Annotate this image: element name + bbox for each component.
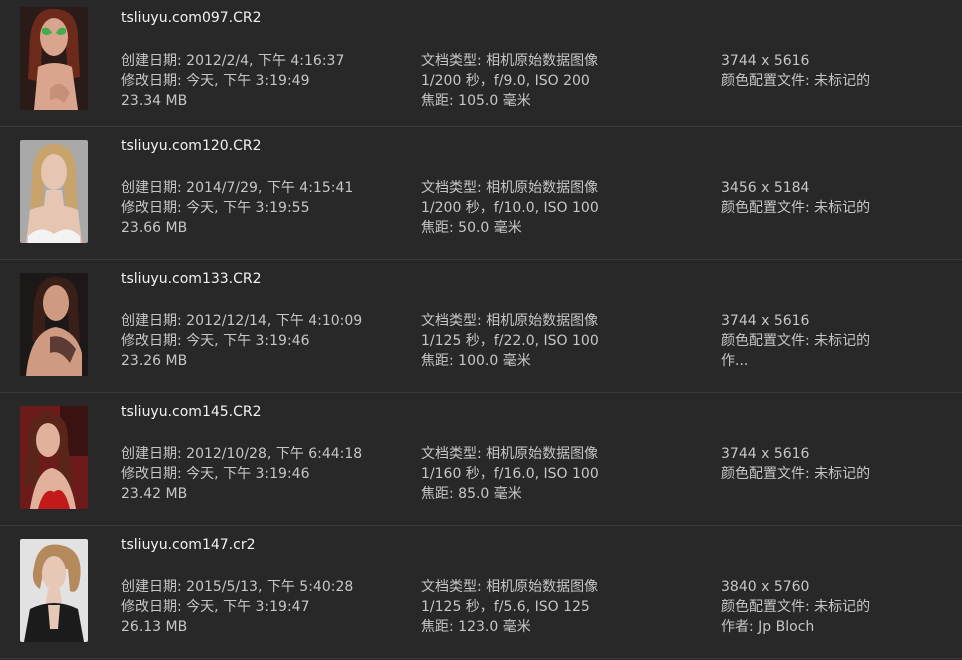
file-image-column: 3744 x 5616 颜色配置文件: 未标记的 作... xyxy=(721,311,870,371)
file-size: 23.26 MB xyxy=(121,353,188,369)
color-profile: 颜色配置文件: 未标记的 xyxy=(721,200,871,216)
author: 作者: Jp Bloch xyxy=(721,619,815,635)
exposure-info: 1/200 秒，f/9.0, ISO 200 xyxy=(421,73,590,89)
file-row[interactable]: tsliuyu.com133.CR2 创建日期: 2012/12/14, 下午 … xyxy=(0,260,962,393)
file-thumbnail[interactable] xyxy=(20,7,88,110)
color-profile: 颜色配置文件: 未标记的 xyxy=(721,466,871,482)
author xyxy=(721,91,870,111)
image-dimensions: 3744 x 5616 xyxy=(721,53,810,69)
document-kind: 文档类型: 相机原始数据图像 xyxy=(421,53,599,69)
file-row[interactable]: tsliuyu.com147.cr2 创建日期: 2015/5/13, 下午 5… xyxy=(0,526,962,659)
file-name: tsliuyu.com145.CR2 xyxy=(121,404,262,420)
file-image-column: 3456 x 5184 颜色配置文件: 未标记的 xyxy=(721,178,870,238)
created-date: 创建日期: 2012/2/4, 下午 4:16:37 xyxy=(121,53,345,69)
file-camera-column: 文档类型: 相机原始数据图像 1/160 秒，f/16.0, ISO 100 焦… xyxy=(421,444,599,504)
file-thumbnail[interactable] xyxy=(20,539,88,642)
author: 作... xyxy=(721,353,749,369)
author xyxy=(721,484,870,504)
color-profile: 颜色配置文件: 未标记的 xyxy=(721,73,871,89)
file-dates-column: 创建日期: 2012/12/14, 下午 4:10:09 修改日期: 今天, 下… xyxy=(121,311,362,371)
file-size: 23.34 MB xyxy=(121,93,188,109)
file-dates-column: 创建日期: 2015/5/13, 下午 5:40:28 修改日期: 今天, 下午… xyxy=(121,577,353,637)
modified-date: 修改日期: 今天, 下午 3:19:49 xyxy=(121,73,310,89)
file-name: tsliuyu.com147.cr2 xyxy=(121,537,256,553)
focal-length: 焦距: 100.0 毫米 xyxy=(421,353,531,369)
document-kind: 文档类型: 相机原始数据图像 xyxy=(421,579,599,595)
file-camera-column: 文档类型: 相机原始数据图像 1/125 秒，f/22.0, ISO 100 焦… xyxy=(421,311,599,371)
focal-length: 焦距: 50.0 毫米 xyxy=(421,220,522,236)
exposure-info: 1/125 秒，f/5.6, ISO 125 xyxy=(421,599,590,615)
modified-date: 修改日期: 今天, 下午 3:19:46 xyxy=(121,466,310,482)
file-name: tsliuyu.com097.CR2 xyxy=(121,10,262,26)
modified-date: 修改日期: 今天, 下午 3:19:47 xyxy=(121,599,310,615)
modified-date: 修改日期: 今天, 下午 3:19:46 xyxy=(121,333,310,349)
file-camera-column: 文档类型: 相机原始数据图像 1/200 秒，f/9.0, ISO 200 焦距… xyxy=(421,51,598,111)
color-profile: 颜色配置文件: 未标记的 xyxy=(721,599,871,615)
author xyxy=(721,218,870,238)
file-name: tsliuyu.com120.CR2 xyxy=(121,138,262,154)
file-list: tsliuyu.com097.CR2 创建日期: 2012/2/4, 下午 4:… xyxy=(0,0,962,660)
file-camera-column: 文档类型: 相机原始数据图像 1/200 秒，f/10.0, ISO 100 焦… xyxy=(421,178,599,238)
focal-length: 焦距: 85.0 毫米 xyxy=(421,486,522,502)
created-date: 创建日期: 2015/5/13, 下午 5:40:28 xyxy=(121,579,354,595)
file-dates-column: 创建日期: 2012/10/28, 下午 6:44:18 修改日期: 今天, 下… xyxy=(121,444,362,504)
portrait-photo-icon xyxy=(20,539,88,642)
image-dimensions: 3744 x 5616 xyxy=(721,446,810,462)
exposure-info: 1/200 秒，f/10.0, ISO 100 xyxy=(421,200,599,216)
file-name: tsliuyu.com133.CR2 xyxy=(121,271,262,287)
portrait-photo-icon xyxy=(20,406,88,509)
color-profile: 颜色配置文件: 未标记的 xyxy=(721,333,871,349)
document-kind: 文档类型: 相机原始数据图像 xyxy=(421,446,599,462)
file-image-column: 3744 x 5616 颜色配置文件: 未标记的 xyxy=(721,51,870,111)
portrait-photo-icon xyxy=(20,273,88,376)
file-camera-column: 文档类型: 相机原始数据图像 1/125 秒，f/5.6, ISO 125 焦距… xyxy=(421,577,598,637)
file-thumbnail[interactable] xyxy=(20,140,88,243)
file-image-column: 3840 x 5760 颜色配置文件: 未标记的 作者: Jp Bloch xyxy=(721,577,870,637)
created-date: 创建日期: 2012/10/28, 下午 6:44:18 xyxy=(121,446,363,462)
file-thumbnail[interactable] xyxy=(20,406,88,509)
document-kind: 文档类型: 相机原始数据图像 xyxy=(421,313,599,329)
created-date: 创建日期: 2014/7/29, 下午 4:15:41 xyxy=(121,180,354,196)
file-size: 26.13 MB xyxy=(121,619,188,635)
file-thumbnail[interactable] xyxy=(20,273,88,376)
image-dimensions: 3840 x 5760 xyxy=(721,579,810,595)
file-image-column: 3744 x 5616 颜色配置文件: 未标记的 xyxy=(721,444,870,504)
modified-date: 修改日期: 今天, 下午 3:19:55 xyxy=(121,200,310,216)
focal-length: 焦距: 105.0 毫米 xyxy=(421,93,531,109)
image-dimensions: 3456 x 5184 xyxy=(721,180,810,196)
file-row[interactable]: tsliuyu.com097.CR2 创建日期: 2012/2/4, 下午 4:… xyxy=(0,0,962,127)
file-dates-column: 创建日期: 2014/7/29, 下午 4:15:41 修改日期: 今天, 下午… xyxy=(121,178,353,238)
portrait-photo-icon xyxy=(20,7,88,110)
portrait-photo-icon xyxy=(20,140,88,243)
exposure-info: 1/160 秒，f/16.0, ISO 100 xyxy=(421,466,599,482)
file-dates-column: 创建日期: 2012/2/4, 下午 4:16:37 修改日期: 今天, 下午 … xyxy=(121,51,344,111)
file-row[interactable]: tsliuyu.com145.CR2 创建日期: 2012/10/28, 下午 … xyxy=(0,393,962,526)
file-row[interactable]: tsliuyu.com120.CR2 创建日期: 2014/7/29, 下午 4… xyxy=(0,127,962,260)
focal-length: 焦距: 123.0 毫米 xyxy=(421,619,531,635)
file-size: 23.66 MB xyxy=(121,220,188,236)
exposure-info: 1/125 秒，f/22.0, ISO 100 xyxy=(421,333,599,349)
created-date: 创建日期: 2012/12/14, 下午 4:10:09 xyxy=(121,313,363,329)
file-size: 23.42 MB xyxy=(121,486,188,502)
document-kind: 文档类型: 相机原始数据图像 xyxy=(421,180,599,196)
image-dimensions: 3744 x 5616 xyxy=(721,313,810,329)
